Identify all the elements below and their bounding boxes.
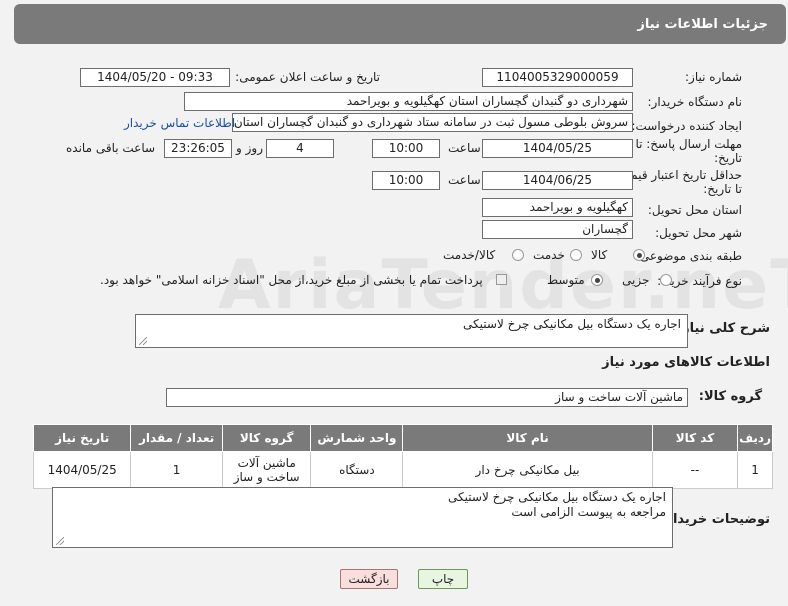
- process-option-minor: جزیی: [622, 273, 650, 287]
- creator-label: ایجاد کننده درخواست:: [631, 119, 742, 133]
- table-header-row: ردیف کد کالا نام کالا واحد شمارش گروه کا…: [32, 424, 773, 452]
- remaining-time-field: 23:26:05: [164, 139, 232, 158]
- goods-info-title: اطلاعات کالاهای مورد نیاز: [602, 355, 770, 370]
- col-header-row-number: ردیف: [737, 424, 773, 452]
- deadline-label-1: مهلت ارسال پاسخ: تا: [635, 137, 742, 151]
- col-header-code: کد کالا: [651, 424, 739, 452]
- city-label: شهر محل تحویل:: [655, 226, 742, 240]
- creator-field: سروش بلوطی مسول ثبت در سامانه ستاد شهردا…: [232, 113, 633, 132]
- buyer-org-field: شهرداری دو گنبدان گچساران استان کهگیلویه…: [184, 92, 633, 111]
- announce-label: تاریخ و ساعت اعلان عمومی:: [235, 70, 380, 84]
- deadline-time-label: ساعت: [448, 141, 481, 155]
- days-field: 4: [266, 139, 334, 158]
- cell-qty: 1: [130, 451, 223, 489]
- process-option-medium: متوسط: [547, 273, 585, 287]
- buyer-notes-line-1: اجاره یک دستگاه بیل مکانیکی چرخ لاستیکی: [448, 490, 666, 504]
- cell-date: 1404/05/25: [32, 451, 132, 489]
- category-label: طبقه بندی موضوعی:: [635, 249, 742, 263]
- payment-note: پرداخت تمام یا بخشی از مبلغ خرید،از محل …: [100, 273, 483, 287]
- validity-time-label: ساعت: [448, 173, 481, 187]
- buyer-notes-field[interactable]: اجاره یک دستگاه بیل مکانیکی چرخ لاستیکی …: [52, 487, 673, 548]
- province-label: استان محل تحویل:: [647, 203, 742, 217]
- process-radio-minor[interactable]: [660, 274, 672, 286]
- need-number-label: شماره نیاز:: [685, 70, 742, 84]
- category-radio-goods[interactable]: [633, 249, 645, 261]
- buyer-org-label: نام دستگاه خریدار:: [647, 95, 743, 109]
- announce-field: 1404/05/20 - 09:33: [80, 68, 230, 87]
- process-radio-medium[interactable]: [591, 274, 603, 286]
- deadline-time-field: 10:00: [372, 139, 440, 158]
- category-option-both: کالا/خدمت: [443, 248, 496, 262]
- back-button[interactable]: بازگشت: [340, 569, 398, 589]
- print-button[interactable]: چاپ: [418, 569, 468, 589]
- col-header-unit: واحد شمارش: [310, 424, 404, 452]
- treasury-checkbox[interactable]: [496, 274, 507, 285]
- description-text: اجاره یک دستگاه بیل مکانیکی چرخ لاستیکی: [463, 317, 681, 331]
- items-table: ردیف کد کالا نام کالا واحد شمارش گروه کا…: [32, 424, 773, 489]
- cell-group: ماشین آلات ساخت و ساز: [221, 451, 312, 489]
- cell-row-number: 1: [737, 451, 773, 489]
- buyer-notes-label: توضیحات خریدار:: [660, 512, 770, 527]
- deadline-label-2: تاریخ:: [714, 151, 742, 165]
- category-radio-both[interactable]: [512, 249, 524, 261]
- goods-group-label: گروه کالا:: [698, 389, 762, 404]
- need-number-field: 1104005329000059: [482, 68, 633, 87]
- page-header: جزئیات اطلاعات نیاز: [14, 4, 786, 44]
- col-header-name: نام کالا: [402, 424, 653, 452]
- days-label: روز و: [236, 141, 263, 155]
- goods-group-field: ماشین آلات ساخت و ساز: [166, 388, 688, 407]
- category-option-goods: کالا: [591, 248, 608, 262]
- city-field: گچساران: [482, 220, 633, 239]
- category-radio-service[interactable]: [570, 249, 582, 261]
- page-title: جزئیات اطلاعات نیاز: [637, 16, 768, 32]
- description-field[interactable]: اجاره یک دستگاه بیل مکانیکی چرخ لاستیکی: [135, 314, 688, 348]
- validity-label-1: حداقل تاریخ اعتبار قیمت:: [615, 168, 742, 182]
- validity-date-field: 1404/06/25: [482, 171, 633, 190]
- cell-unit: دستگاه: [310, 451, 404, 489]
- cell-name: بیل مکانیکی چرخ دار: [402, 451, 653, 489]
- validity-label-2: تا تاریخ:: [703, 182, 742, 196]
- cell-code: --: [651, 451, 739, 489]
- province-field: کهگیلویه و بویراحمد: [482, 198, 633, 217]
- description-label: شرح کلی نیاز:: [676, 321, 770, 336]
- resize-handle-icon[interactable]: [139, 337, 147, 345]
- validity-time-field: 10:00: [372, 171, 440, 190]
- table-row: 1 -- بیل مکانیکی چرخ دار دستگاه ماشین آل…: [32, 451, 773, 489]
- col-header-date: تاریخ نیاز: [32, 424, 132, 452]
- category-option-service: خدمت: [533, 248, 565, 262]
- resize-handle-icon[interactable]: [56, 537, 64, 545]
- col-header-group: گروه کالا: [221, 424, 312, 452]
- col-header-qty: تعداد / مقدار: [130, 424, 223, 452]
- remaining-label: ساعت باقی مانده: [66, 141, 156, 155]
- contact-buyer-link[interactable]: اطلاعات تماس خریدار: [124, 116, 235, 130]
- buyer-notes-line-2: مراجعه به پیوست الزامی است: [511, 505, 666, 519]
- deadline-date-field: 1404/05/25: [482, 139, 633, 158]
